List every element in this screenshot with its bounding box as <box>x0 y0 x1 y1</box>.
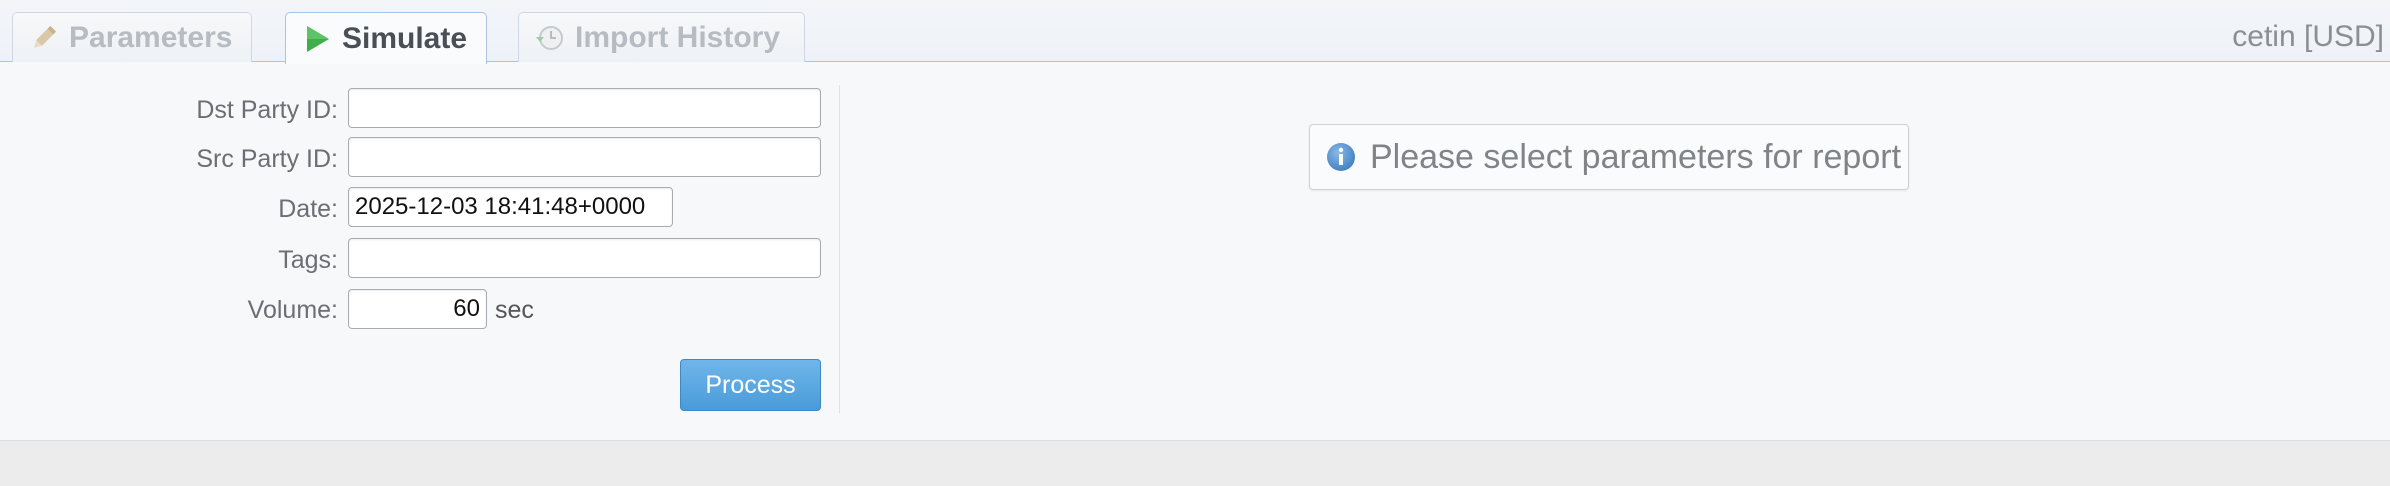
play-icon <box>302 24 332 54</box>
tab-import-history-label: Import History <box>575 20 781 54</box>
date-label: Date: <box>278 195 338 223</box>
user-account-label[interactable]: cetin [USD] <box>2232 20 2384 54</box>
process-button[interactable]: Process <box>680 359 821 411</box>
tab-simulate-label: Simulate <box>342 21 468 55</box>
tab-simulate[interactable]: Simulate <box>285 12 487 64</box>
tags-label: Tags: <box>278 246 338 274</box>
tab-import-history[interactable]: Import History <box>518 12 805 62</box>
volume-unit-label: sec <box>495 296 534 324</box>
tab-bar: Parameters Simulate Import History cetin… <box>0 0 2390 64</box>
notice-text: Please select parameters for report <box>1370 137 1902 176</box>
src-party-id-label: Src Party ID: <box>196 145 338 173</box>
dst-party-id-input[interactable] <box>348 88 821 128</box>
dst-party-id-label: Dst Party ID: <box>196 96 338 124</box>
history-icon <box>535 23 565 53</box>
report-notice: Please select parameters for report <box>1309 124 1909 190</box>
pencil-icon <box>29 23 59 53</box>
tags-input[interactable] <box>348 238 821 278</box>
footer-bar <box>0 440 2390 486</box>
date-input[interactable] <box>348 187 673 227</box>
volume-input[interactable] <box>348 289 487 329</box>
src-party-id-input[interactable] <box>348 137 821 177</box>
info-icon <box>1326 142 1356 172</box>
tab-parameters-label: Parameters <box>69 20 233 54</box>
panel-divider <box>839 85 840 413</box>
tab-parameters[interactable]: Parameters <box>12 12 252 62</box>
volume-label: Volume: <box>247 296 338 324</box>
